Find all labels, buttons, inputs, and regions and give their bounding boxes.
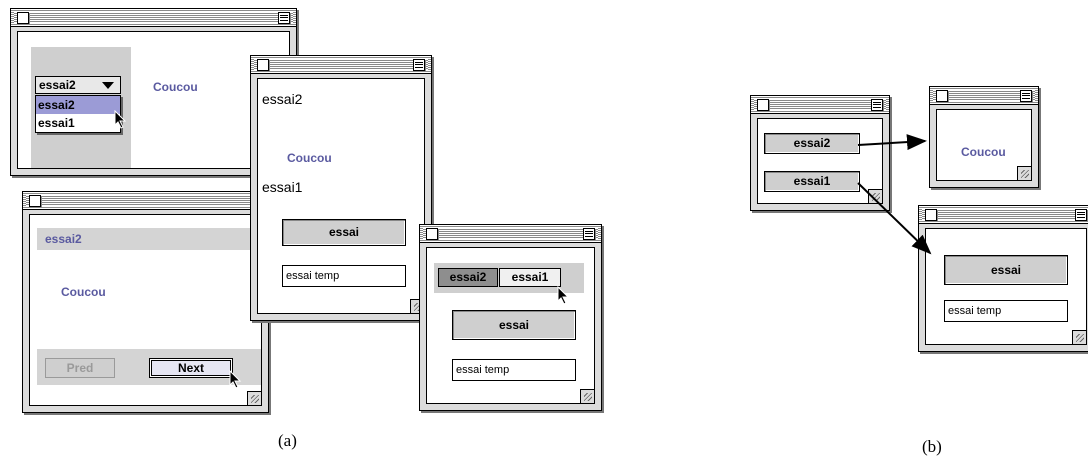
- arrow-essai1-to-essai: [857, 182, 932, 255]
- caption-b: (b): [922, 437, 942, 456]
- arrows-overlay: [857, 134, 932, 255]
- arrow-essai2-to-coucou: [857, 134, 927, 151]
